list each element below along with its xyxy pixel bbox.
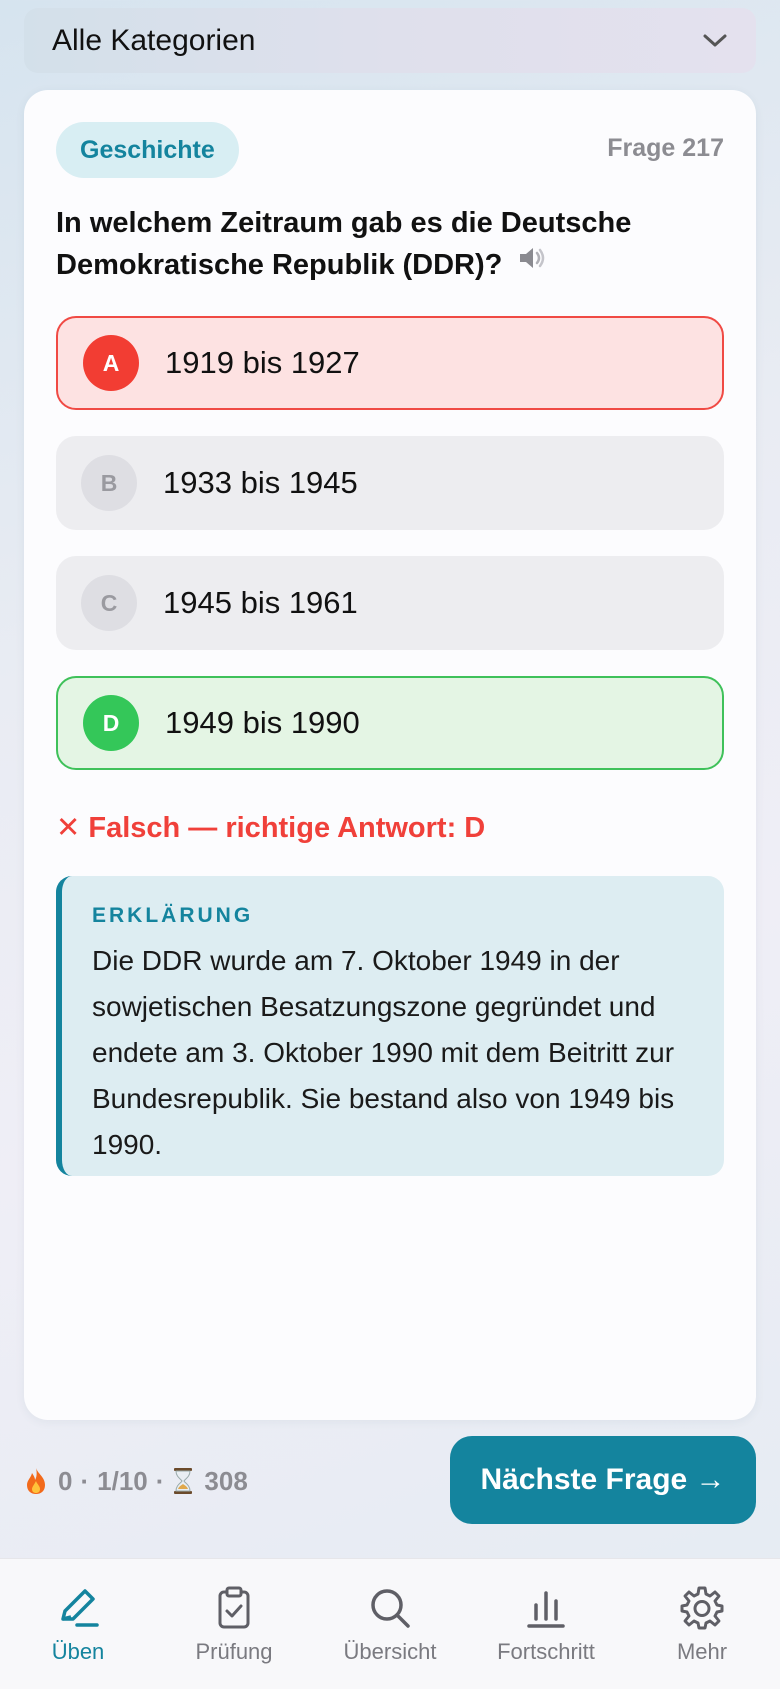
option-text: 1933 bis 1945 — [163, 465, 358, 500]
nav-label: Mehr — [676, 1639, 728, 1664]
stats-separator: · — [80, 1465, 90, 1496]
nav-item-mehr[interactable]: Mehr — [624, 1559, 780, 1689]
speaker-icon[interactable] — [516, 243, 546, 285]
explanation-box: ERKLÄRUNG Die DDR wurde am 7. Oktober 19… — [56, 876, 724, 1176]
pencil-icon — [53, 1583, 103, 1633]
category-select[interactable]: Alle Kategorien — [24, 8, 756, 73]
option-text: 1945 bis 1961 — [163, 585, 358, 620]
nav-label: Fortschritt — [497, 1639, 595, 1664]
nav-label: Übersicht — [343, 1639, 437, 1664]
hourglass-icon — [172, 1467, 194, 1495]
chevron-down-icon — [702, 28, 728, 54]
option-text: 1949 bis 1990 — [165, 705, 360, 740]
stats-row: 0 · 1/10 · 308 — [24, 1462, 248, 1500]
category-select-value: Alle Kategorien — [52, 23, 256, 57]
category-badge: Geschichte — [56, 122, 239, 178]
clipboard-check-icon — [209, 1583, 259, 1633]
bottom-nav: Üben Prüfung Übersicht Fortschritt Mehr — [0, 1558, 780, 1689]
nav-item-fortschritt[interactable]: Fortschritt — [468, 1559, 624, 1689]
option-letter: C — [81, 575, 137, 631]
question-progress: 1/10 — [97, 1465, 148, 1496]
nav-label: Prüfung — [195, 1639, 273, 1664]
streak-count: 0 — [58, 1465, 73, 1496]
answer-option-c[interactable]: C 1945 bis 1961 — [56, 556, 724, 650]
bar-chart-icon — [521, 1583, 571, 1633]
remaining-count: 308 — [204, 1465, 248, 1496]
answer-option-d[interactable]: D 1949 bis 1990 — [56, 676, 724, 770]
next-question-button[interactable]: Nächste Frage → — [450, 1436, 756, 1524]
answer-option-b[interactable]: B 1933 bis 1945 — [56, 436, 724, 530]
option-letter: D — [83, 695, 139, 751]
nav-item-ueben[interactable]: Üben — [0, 1559, 156, 1689]
explanation-title: ERKLÄRUNG — [92, 904, 254, 927]
search-icon — [365, 1583, 415, 1633]
nav-item-uebersicht[interactable]: Übersicht — [312, 1559, 468, 1689]
question-text: In welchem Zeitraum gab es die Deutsche … — [56, 202, 696, 286]
option-text: 1919 bis 1927 — [165, 345, 360, 380]
nav-label: Üben — [51, 1639, 105, 1664]
explanation-text: Die DDR wurde am 7. Oktober 1949 in der … — [92, 945, 675, 1160]
fire-icon — [24, 1467, 48, 1495]
option-letter: A — [83, 335, 139, 391]
question-number: Frage 217 — [607, 134, 724, 162]
result-message: ✕ Falsch — richtige Antwort: D — [56, 812, 486, 844]
gear-icon — [677, 1583, 727, 1633]
answer-option-a[interactable]: A 1919 bis 1927 — [56, 316, 724, 410]
question-card: Geschichte Frage 217 In welchem Zeitraum… — [24, 90, 756, 1420]
stats-separator: · — [155, 1465, 165, 1496]
nav-item-pruefung[interactable]: Prüfung — [156, 1559, 312, 1689]
option-letter: B — [81, 455, 137, 511]
